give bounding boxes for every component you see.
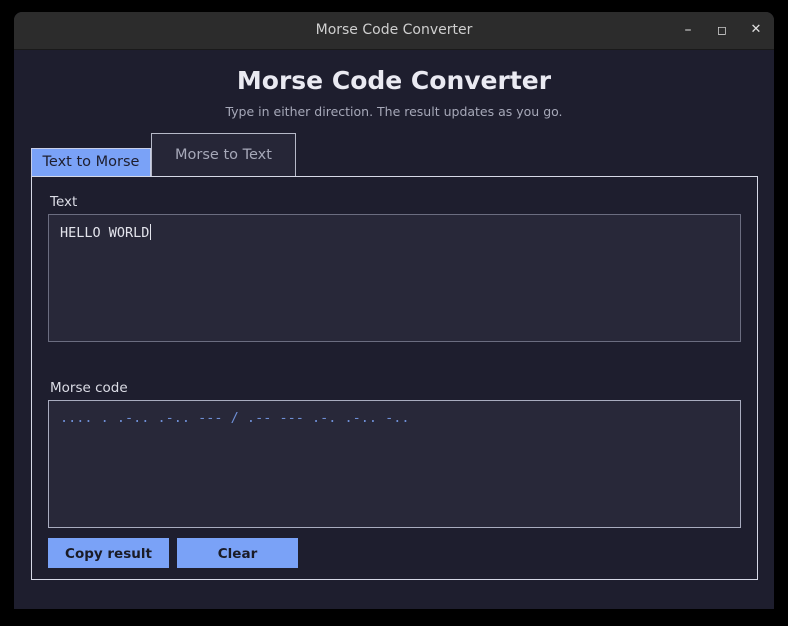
copy-result-button[interactable]: Copy result <box>48 538 169 568</box>
tab-morse-to-text[interactable]: Morse to Text <box>151 133 296 176</box>
text-field-label: Text <box>50 194 78 210</box>
app-window: Morse Code Converter – ◻ ✕ Morse Code Co… <box>14 12 774 609</box>
window-title: Morse Code Converter <box>315 22 473 38</box>
text-input-value: HELLO WORLD <box>60 225 150 241</box>
tab-text-to-morse[interactable]: Text to Morse <box>31 148 151 176</box>
morse-output-value: .... . .-.. .-.. --- / .-- --- .-. .-.. … <box>60 410 410 426</box>
text-input[interactable]: HELLO WORLD <box>48 214 741 342</box>
clear-button[interactable]: Clear <box>177 538 298 568</box>
title-bar[interactable]: Morse Code Converter – ◻ ✕ <box>14 12 774 50</box>
page-title: Morse Code Converter <box>236 66 552 95</box>
converter-panel: Text HELLO WORLD Morse code .... . .-.. … <box>31 176 758 580</box>
morse-output[interactable]: .... . .-.. .-.. --- / .-- --- .-. .-.. … <box>48 400 741 528</box>
close-icon[interactable]: ✕ <box>746 20 766 40</box>
maximize-icon[interactable]: ◻ <box>712 20 732 40</box>
page-subtitle: Type in either direction. The result upd… <box>225 104 563 119</box>
minimize-icon[interactable]: – <box>678 20 698 40</box>
morse-field-label: Morse code <box>50 380 128 396</box>
text-caret <box>150 224 152 240</box>
